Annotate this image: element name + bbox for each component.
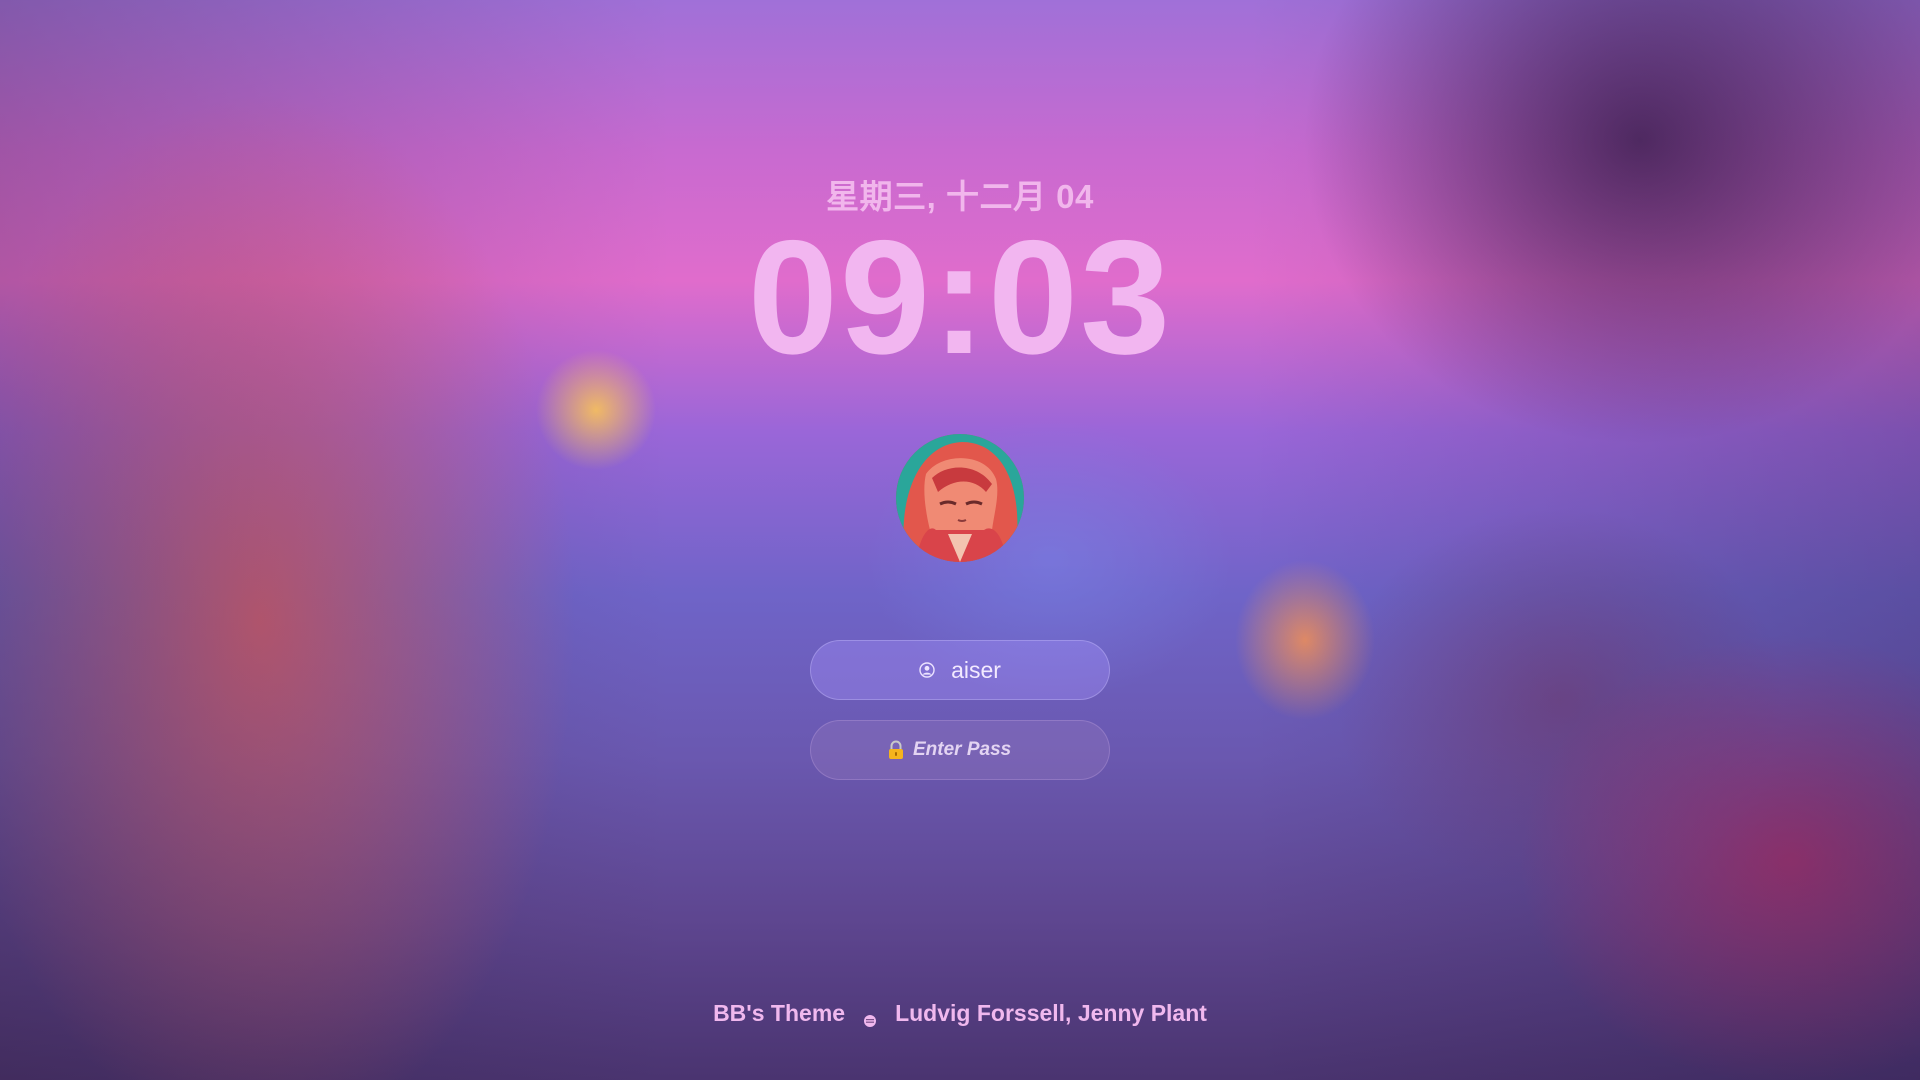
- lock-icon: [887, 740, 905, 760]
- username-field[interactable]: aiser: [810, 640, 1110, 700]
- user-circle-icon: [919, 662, 935, 678]
- lockscreen: 星期三, 十二月 04 09:03 aiser BB's Theme Ludvi…: [0, 0, 1920, 1080]
- now-playing-bar: BB's Theme Ludvig Forssell, Jenny Plant: [0, 1000, 1920, 1027]
- password-input[interactable]: [913, 739, 1033, 761]
- music-disc-icon: [863, 1007, 877, 1027]
- theme-label: BB's Theme: [713, 1000, 846, 1026]
- username-label: aiser: [951, 656, 1001, 683]
- password-field-container[interactable]: [810, 720, 1110, 780]
- song-artists-label: Ludvig Forssell, Jenny Plant: [895, 1000, 1207, 1026]
- user-avatar[interactable]: [896, 434, 1024, 562]
- clock-time: 09:03: [747, 207, 1173, 388]
